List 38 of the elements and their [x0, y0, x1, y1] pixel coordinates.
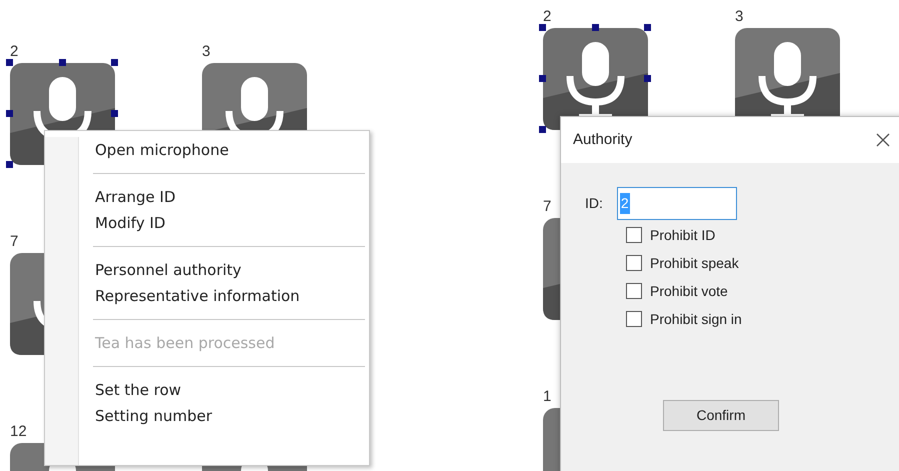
selection-handle[interactable] — [644, 75, 651, 82]
selection-handle[interactable] — [6, 110, 13, 117]
id-label: ID: — [585, 194, 603, 213]
menu-item[interactable]: Set the row — [93, 377, 367, 403]
menu-item[interactable]: Arrange ID — [93, 184, 367, 210]
dialog-title: Authority — [573, 130, 632, 150]
tile-number: 7 — [10, 233, 18, 250]
selection-handle[interactable] — [111, 59, 118, 66]
menu-item[interactable]: Open microphone — [93, 137, 367, 163]
checkbox[interactable] — [626, 283, 642, 299]
menu-item[interactable]: Representative information — [93, 283, 367, 309]
checkbox-label: Prohibit vote — [650, 282, 728, 300]
selection-handle[interactable] — [111, 110, 118, 117]
checkbox[interactable] — [626, 311, 642, 327]
tile-number: 12 — [10, 423, 27, 440]
selection-handle[interactable] — [539, 24, 546, 31]
menu-item[interactable]: Modify ID — [93, 210, 367, 236]
selection-handle[interactable] — [539, 75, 546, 82]
selection-handle[interactable] — [58, 59, 66, 66]
selection-handle[interactable] — [539, 126, 546, 133]
tile-number: 3 — [202, 43, 210, 60]
menu-item[interactable]: Personnel authority — [93, 257, 367, 283]
tile-number: 1 — [543, 388, 552, 405]
confirm-button[interactable]: Confirm — [663, 400, 779, 431]
tile-number: 7 — [543, 198, 552, 215]
tile-number: 2 — [543, 8, 552, 25]
tile-number: 3 — [735, 8, 744, 25]
menu-item[interactable]: Setting number — [93, 403, 367, 429]
checkbox[interactable] — [626, 255, 642, 271]
tile-number: 2 — [10, 43, 18, 60]
selection-handle[interactable] — [6, 59, 13, 66]
selection-handle[interactable] — [6, 161, 13, 168]
selection-handle[interactable] — [644, 24, 651, 31]
selection-handle[interactable] — [592, 24, 598, 31]
checkbox-label: Prohibit sign in — [650, 310, 742, 328]
checkbox-label: Prohibit ID — [650, 226, 716, 244]
checkbox[interactable] — [626, 227, 642, 243]
checkbox-label: Prohibit speak — [650, 254, 739, 272]
